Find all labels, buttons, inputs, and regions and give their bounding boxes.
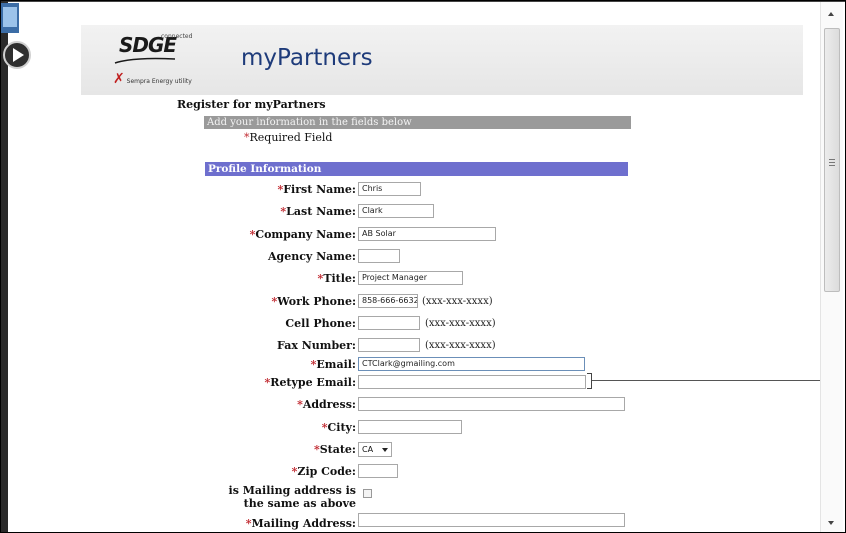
page-heading: Register for myPartners — [177, 98, 326, 111]
left-edge-strip — [1, 1, 8, 532]
sempra-label: ✗ Sempra Energy utility — [113, 71, 192, 87]
section-profile-information: Profile Information — [205, 162, 628, 176]
media-play-icon[interactable] — [1, 3, 35, 71]
chevron-down-icon — [382, 448, 388, 452]
mailing-same-checkbox[interactable] — [363, 489, 372, 498]
fax-number-field[interactable] — [358, 338, 420, 352]
email-label: *Email: — [310, 358, 356, 371]
company-name-field[interactable]: AB Solar — [358, 227, 496, 241]
app-title: myPartners — [241, 45, 373, 71]
vertical-scrollbar[interactable] — [820, 2, 843, 532]
first-name-label: *First Name: — [277, 183, 356, 196]
fax-number-label: Fax Number: — [277, 339, 356, 352]
agency-name-field[interactable] — [358, 249, 400, 263]
fax-format-hint: (xxx-xxx-xxxx) — [425, 340, 496, 351]
logo-tagline: connected — [161, 33, 193, 40]
top-border — [8, 1, 845, 2]
title-label: *Title: — [317, 272, 356, 285]
email-field[interactable]: CTClark@gmailing.com — [358, 357, 585, 371]
sempra-mark-icon: ✗ — [113, 71, 125, 87]
required-field-note: *Required Field — [244, 131, 333, 144]
last-name-field[interactable]: Clark — [358, 204, 434, 218]
title-field[interactable]: Project Manager — [358, 271, 463, 285]
callout-line — [592, 380, 842, 381]
work-phone-field[interactable]: 858-666-6632 — [358, 294, 418, 308]
state-selected-value: CA — [362, 445, 374, 454]
cell-phone-format-hint: (xxx-xxx-xxxx) — [425, 318, 496, 329]
city-label: *City: — [321, 421, 356, 434]
grip-line — [829, 159, 835, 160]
first-name-field[interactable]: Chris — [358, 182, 421, 196]
work-phone-format-hint: (xxx-xxx-xxxx) — [422, 296, 493, 307]
grip-line — [829, 165, 835, 166]
zip-code-field[interactable] — [358, 464, 398, 478]
mailing-address-field[interactable] — [358, 513, 625, 527]
scrollbar-thumb[interactable] — [824, 28, 840, 292]
cell-phone-field[interactable] — [358, 316, 420, 330]
instructions-bar: Add your information in the fields below — [204, 116, 631, 129]
last-name-label: *Last Name: — [280, 205, 356, 218]
address-field[interactable] — [358, 397, 625, 411]
logo-swoosh-icon — [114, 57, 176, 64]
zip-code-label: *Zip Code: — [291, 465, 356, 478]
scroll-up-arrow-icon[interactable] — [828, 12, 834, 16]
header-banner: SDGE connected ✗ Sempra Energy utility m… — [81, 25, 803, 95]
agency-name-label: Agency Name: — [267, 250, 356, 263]
sdge-logo[interactable]: SDGE connected ✗ Sempra Energy utility — [95, 31, 225, 89]
scroll-down-arrow-icon[interactable] — [828, 521, 834, 525]
state-select[interactable]: CA — [358, 442, 392, 457]
browser-page: SDGE connected ✗ Sempra Energy utility m… — [0, 0, 846, 533]
mailing-address-label: *Mailing Address: — [245, 517, 356, 530]
company-name-label: *Company Name: — [249, 228, 356, 241]
resize-handle — [587, 373, 592, 389]
address-label: *Address: — [297, 398, 356, 411]
work-phone-label: *Work Phone: — [271, 295, 356, 308]
retype-email-field[interactable] — [358, 375, 586, 389]
grip-line — [829, 162, 835, 163]
cell-phone-label: Cell Phone: — [285, 317, 356, 330]
state-label: *State: — [313, 443, 356, 456]
mailing-same-label: is Mailing address is the same as above — [228, 484, 356, 510]
retype-email-label: *Retype Email: — [264, 376, 356, 389]
city-field[interactable] — [358, 420, 462, 434]
